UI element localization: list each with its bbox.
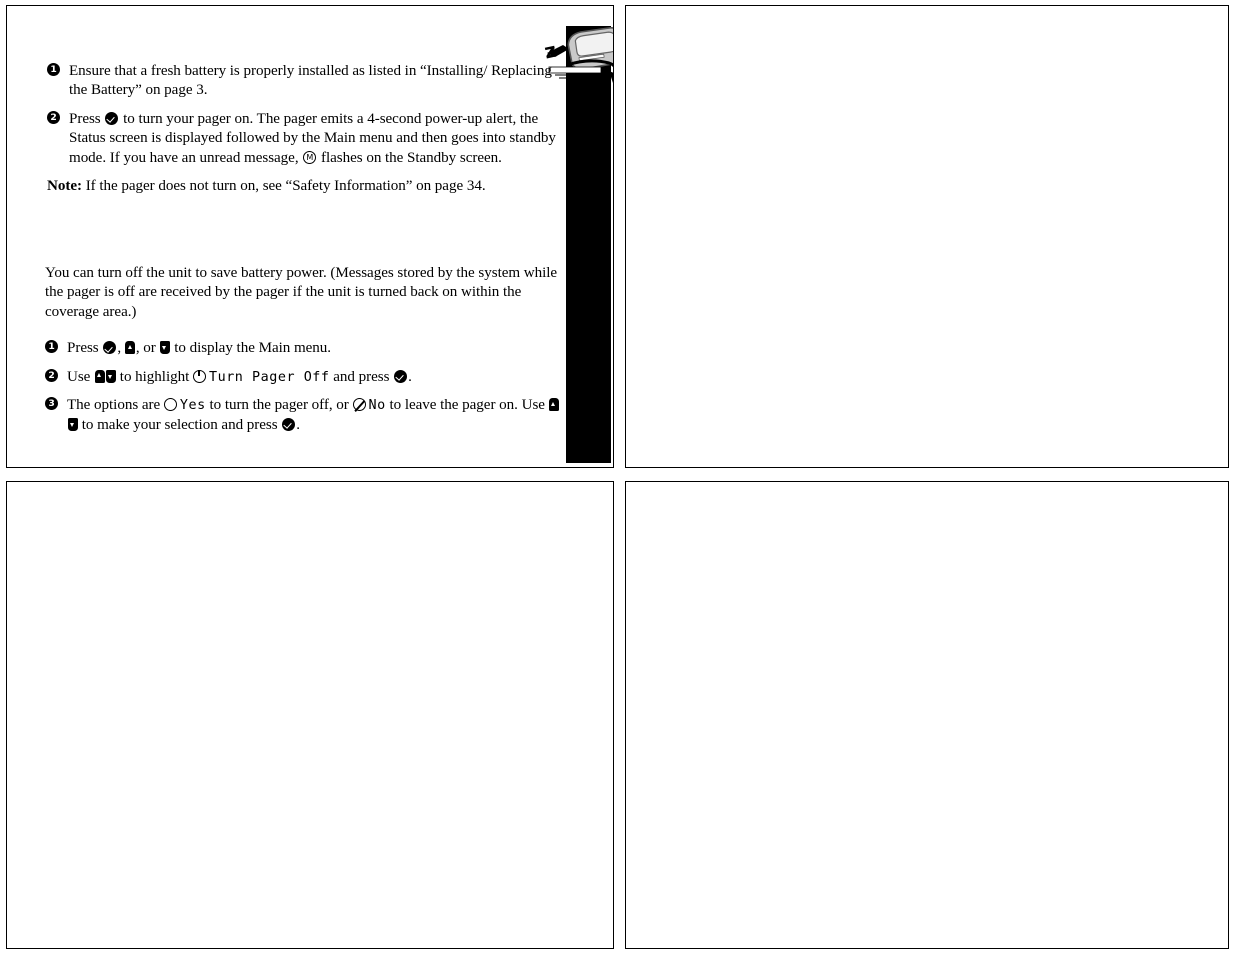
check-button-icon [282, 417, 296, 431]
panel-top-left: z 1 Ensure that a fresh battery is prope… [6, 5, 614, 468]
step-item: 3 The options are Yes to turn the pager … [45, 396, 567, 435]
note-text: If the pager does not turn on, see “Safe… [85, 178, 486, 195]
step-text-a: Press [67, 340, 99, 357]
step-number: 1 [47, 63, 60, 76]
step-item: 1 Ensure that a fresh battery is properl… [47, 62, 559, 101]
step-text-a: The options are [67, 397, 161, 414]
hollow-circle-icon [163, 398, 177, 412]
step-item: 2 Use to highlight Turn Pager Off and pr… [45, 368, 567, 387]
turn-off-paragraph: You can turn off the unit to save batter… [45, 265, 558, 320]
svg-text:z: z [543, 38, 558, 64]
step-number: 1 [45, 340, 58, 354]
step-text-b: to highlight [119, 368, 190, 385]
step-text-c: , or [135, 340, 156, 357]
note-label: Note: [47, 178, 82, 195]
step-text-f: . [296, 416, 301, 433]
step-item: 1 Press , , or to display the Main menu. [45, 339, 567, 358]
safety-note: Note: If the pager does not turn on, see… [47, 177, 559, 196]
step-text-d: . [408, 368, 412, 385]
lcd-option-no: No [368, 398, 386, 414]
lcd-option-yes: Yes [179, 398, 206, 414]
scanned-manual-page: z 1 Ensure that a fresh battery is prope… [0, 0, 1235, 954]
panel-bottom-left: z Use the Main menu for the following fu… [6, 481, 614, 949]
down-arrow-button-icon [159, 341, 170, 355]
down-arrow-button-icon [105, 369, 116, 383]
up-arrow-button-icon [549, 398, 560, 412]
step-text-part1: Press [69, 110, 101, 127]
step-text-d: to display the Main menu. [174, 340, 332, 357]
turn-off-step-list: 1 Press , , or to display the Main menu.… [45, 339, 567, 435]
down-arrow-button-icon [67, 417, 78, 431]
circle-slash-icon [352, 398, 366, 412]
step-item: 2 Press to turn your pager on. The pager… [47, 110, 559, 168]
step-text-d: Use [521, 397, 545, 414]
check-button-icon [103, 341, 117, 355]
check-button-icon [105, 111, 119, 125]
up-arrow-button-icon [125, 341, 136, 355]
check-button-icon [394, 369, 408, 383]
lcd-menu-label: Turn Pager Off [208, 369, 330, 385]
step-text-b: to turn the pager off, or [209, 397, 349, 414]
step-text: Ensure that a fresh battery is properly … [69, 63, 552, 99]
step-number: 3 [45, 397, 58, 411]
power-on-step-list: 1 Ensure that a fresh battery is properl… [47, 62, 559, 168]
step-text-b: , [117, 340, 122, 357]
step-text-part3: flashes on the Standby screen. [321, 149, 502, 166]
panel-bottom-right: 1 Press , , or to display the Main menu.… [625, 481, 1229, 949]
step-text-c: to leave the pager on. [389, 397, 518, 414]
circled-M-icon [303, 150, 317, 164]
up-arrow-button-icon [94, 369, 105, 383]
step-number: 2 [45, 368, 58, 382]
panel-top-right: z It’s a good idea to test your pager an… [625, 5, 1229, 468]
thumb-tab-bar-top-left [566, 26, 611, 463]
step-text-e: to make your selection and press [81, 416, 278, 433]
step-number: 2 [47, 110, 60, 124]
turn-off-instructions: You can turn off the unit to save batter… [45, 264, 567, 435]
step-text-c: and press [333, 368, 390, 385]
step-text-a: Use [67, 368, 91, 385]
power-on-instructions: 1 Ensure that a fresh battery is properl… [47, 62, 559, 206]
power-icon [192, 369, 206, 383]
